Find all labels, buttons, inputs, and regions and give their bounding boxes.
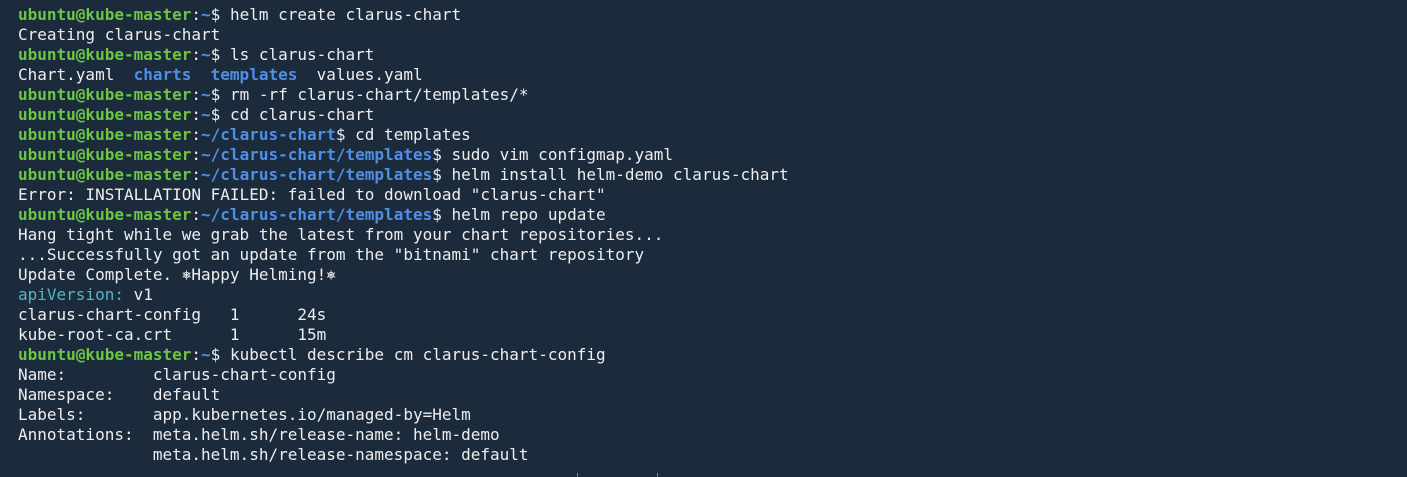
yaml-line: apiVersion: v1 bbox=[18, 285, 1407, 305]
prompt-separator: : bbox=[191, 165, 202, 184]
output-line: clarus-chart-config 1 24s bbox=[18, 305, 327, 324]
prompt-dollar: $ bbox=[432, 165, 452, 184]
prompt-line: ubuntu@kube-master:~/clarus-chart/templa… bbox=[18, 145, 1407, 165]
prompt-path: ~ bbox=[201, 345, 211, 364]
prompt-separator: : bbox=[191, 85, 202, 104]
command-text: cd clarus-chart bbox=[229, 105, 375, 124]
prompt-line: ubuntu@kube-master:~$ ls clarus-chart bbox=[18, 45, 1407, 65]
output-line: Creating clarus-chart bbox=[18, 25, 221, 44]
file-entry: values.yaml bbox=[316, 65, 423, 84]
prompt-path: ~ bbox=[201, 85, 211, 104]
command-text: helm repo update bbox=[451, 205, 606, 224]
prompt-separator: : bbox=[191, 345, 202, 364]
prompt-line: ubuntu@kube-master:~/clarus-chart/templa… bbox=[18, 205, 1407, 225]
ls-output-line: Chart.yaml charts templates values.yaml bbox=[18, 65, 1407, 85]
prompt-user-host: ubuntu@kube-master bbox=[18, 105, 192, 124]
command-text: helm create clarus-chart bbox=[229, 5, 462, 24]
prompt-path: ~ bbox=[201, 105, 211, 124]
output-line: Error: INSTALLATION FAILED: failed to do… bbox=[18, 185, 606, 204]
prompt-separator: : bbox=[191, 145, 202, 164]
prompt-separator: : bbox=[191, 125, 202, 144]
prompt-separator: : bbox=[191, 105, 202, 124]
command-text: sudo vim configmap.yaml bbox=[451, 145, 674, 164]
output-line: kube-root-ca.crt 1 15m bbox=[18, 325, 327, 344]
prompt-path: ~/clarus-chart/templates bbox=[201, 165, 433, 184]
output-line: Annotations: meta.helm.sh/release-name: … bbox=[18, 425, 500, 444]
prompt-user-host: ubuntu@kube-master bbox=[18, 5, 192, 24]
prompt-path: ~ bbox=[201, 45, 211, 64]
prompt-separator: : bbox=[191, 5, 202, 24]
prompt-user-host: ubuntu@kube-master bbox=[18, 165, 192, 184]
prompt-line: ubuntu@kube-master:~$ helm create clarus… bbox=[18, 5, 1407, 25]
command-text: ls clarus-chart bbox=[229, 45, 375, 64]
prompt-dollar: $ bbox=[210, 5, 230, 24]
prompt-user-host: ubuntu@kube-master bbox=[18, 125, 192, 144]
prompt-dollar: $ bbox=[210, 105, 230, 124]
prompt-line: ubuntu@kube-master:~$ rm -rf clarus-char… bbox=[18, 85, 1407, 105]
command-text: rm -rf clarus-chart/templates/* bbox=[229, 85, 529, 104]
command-text: helm install helm-demo clarus-chart bbox=[451, 165, 789, 184]
prompt-dollar: $ bbox=[335, 125, 356, 144]
command-text: cd templates bbox=[355, 125, 471, 144]
directory-entry: templates bbox=[210, 65, 298, 84]
output-line: Labels: app.kubernetes.io/managed-by=Hel… bbox=[18, 405, 471, 424]
prompt-user-host: ubuntu@kube-master bbox=[18, 85, 192, 104]
output-line: Name: clarus-chart-config bbox=[18, 365, 336, 384]
prompt-line: ubuntu@kube-master:~/clarus-chart/templa… bbox=[18, 165, 1407, 185]
prompt-separator: : bbox=[191, 205, 202, 224]
file-entry: Chart.yaml bbox=[18, 65, 115, 84]
scroll-tick-mark bbox=[577, 473, 578, 477]
prompt-dollar: $ bbox=[432, 205, 452, 224]
prompt-dollar: $ bbox=[210, 85, 230, 104]
prompt-separator: : bbox=[191, 45, 202, 64]
prompt-dollar: $ bbox=[210, 345, 230, 364]
prompt-path: ~ bbox=[201, 5, 211, 24]
yaml-value: v1 bbox=[123, 285, 153, 304]
terminal-window[interactable]: ubuntu@kube-master:~$ helm create clarus… bbox=[0, 0, 1407, 477]
output-line: meta.helm.sh/release-namespace: default bbox=[18, 445, 529, 464]
prompt-user-host: ubuntu@kube-master bbox=[18, 45, 192, 64]
prompt-user-host: ubuntu@kube-master bbox=[18, 145, 192, 164]
output-line: Namespace: default bbox=[18, 385, 221, 404]
output-line: Update Complete. ⎈Happy Helming!⎈ bbox=[18, 265, 336, 284]
prompt-line: ubuntu@kube-master:~/clarus-chart$ cd te… bbox=[18, 125, 1407, 145]
prompt-dollar: $ bbox=[432, 145, 452, 164]
prompt-line: ubuntu@kube-master:~$ kubectl describe c… bbox=[18, 345, 1407, 365]
output-line: ...Successfully got an update from the "… bbox=[18, 245, 645, 264]
prompt-path: ~/clarus-chart/templates bbox=[201, 205, 433, 224]
prompt-user-host: ubuntu@kube-master bbox=[18, 205, 192, 224]
output-line: Hang tight while we grab the latest from… bbox=[18, 225, 664, 244]
terminal-output: ubuntu@kube-master:~$ helm create clarus… bbox=[18, 5, 1407, 465]
yaml-key: apiVersion: bbox=[18, 285, 124, 304]
command-text: kubectl describe cm clarus-chart-config bbox=[229, 345, 606, 364]
prompt-user-host: ubuntu@kube-master bbox=[18, 345, 192, 364]
directory-entry: charts bbox=[133, 65, 192, 84]
prompt-dollar: $ bbox=[210, 45, 230, 64]
prompt-line: ubuntu@kube-master:~$ cd clarus-chart bbox=[18, 105, 1407, 125]
prompt-path: ~/clarus-chart/templates bbox=[201, 145, 433, 164]
scroll-tick-mark bbox=[657, 473, 658, 477]
prompt-path: ~/clarus-chart bbox=[201, 125, 336, 144]
